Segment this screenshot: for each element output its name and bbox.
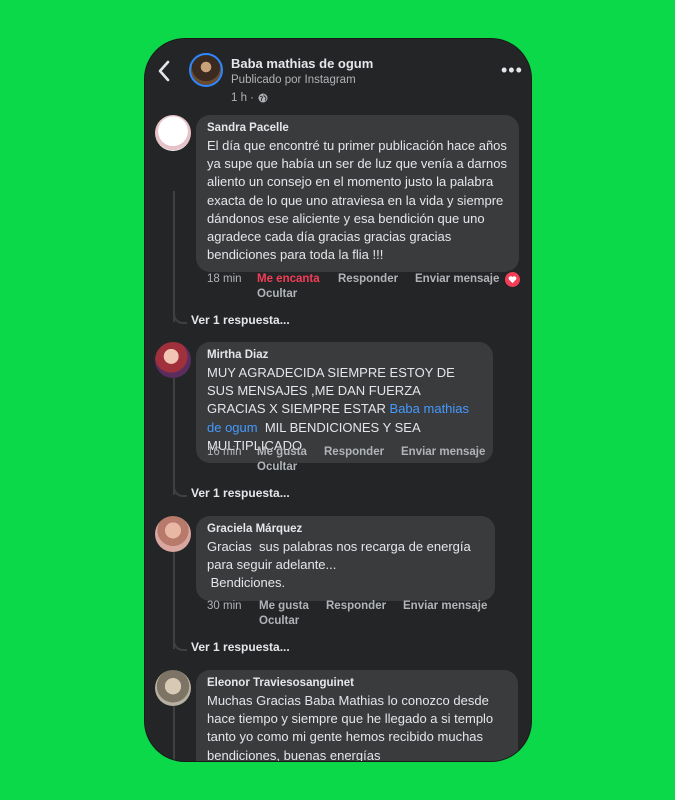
comment-author[interactable]: Eleonor Traviesosanguinet	[207, 677, 507, 689]
more-options-icon[interactable]: •••	[501, 61, 523, 79]
post-time-row: 1 h ·	[231, 92, 268, 104]
thread-connector	[173, 637, 187, 651]
heart-reaction-icon	[503, 270, 522, 289]
avatar[interactable]	[155, 670, 191, 706]
comment-bubble: Eleonor Traviesosanguinet Muchas Gracias…	[196, 670, 518, 761]
comment-bubble: Sandra Pacelle El día que encontré tu pr…	[196, 115, 519, 273]
comment-author[interactable]: Mirtha Diaz	[207, 349, 482, 361]
thread-line	[173, 706, 175, 761]
comment-text: El día que encontré tu primer publicació…	[207, 138, 511, 263]
hide-button[interactable]: Ocultar	[257, 288, 297, 300]
phone-frame: Sandra Pacelle El día que encontré tu pr…	[145, 39, 531, 761]
back-chevron-icon[interactable]	[157, 59, 175, 85]
comment-author[interactable]: Graciela Márquez	[207, 523, 484, 535]
comment-author[interactable]: Sandra Pacelle	[207, 122, 508, 134]
avatar[interactable]	[155, 115, 191, 151]
thread-connector	[173, 310, 187, 324]
comment-time: 16 min	[207, 446, 242, 458]
avatar[interactable]	[155, 516, 191, 552]
globe-icon	[258, 93, 268, 103]
thread-connector	[173, 483, 187, 497]
thread-line	[173, 378, 175, 495]
comment-actions: 18 min Me encanta Responder Enviar mensa…	[207, 273, 527, 305]
like-button[interactable]: Me gusta	[257, 446, 307, 458]
like-button[interactable]: Me gusta	[259, 600, 309, 612]
post-header: Baba mathias de ogum Publicado por Insta…	[145, 39, 531, 115]
comments-list: Sandra Pacelle El día que encontré tu pr…	[145, 39, 531, 761]
comment-actions: 16 min Me gusta Responder Enviar mensaje…	[207, 446, 527, 478]
hide-button[interactable]: Ocultar	[257, 461, 297, 473]
post-time[interactable]: 1 h ·	[231, 92, 254, 104]
avatar[interactable]	[155, 342, 191, 378]
comment-bubble: Graciela Márquez Gracias sus palabras no…	[196, 516, 495, 601]
send-message-button[interactable]: Enviar mensaje	[401, 446, 485, 458]
hide-button[interactable]: Ocultar	[259, 615, 299, 627]
reply-button[interactable]: Responder	[338, 273, 398, 285]
comment-actions: 30 min Me gusta Responder Enviar mensaje…	[207, 600, 527, 632]
comment-time: 30 min	[207, 600, 242, 612]
view-replies-link[interactable]: Ver 1 respuesta...	[191, 313, 290, 327]
love-reaction-button[interactable]: Me encanta	[257, 273, 320, 285]
posted-via: Publicado por Instagram	[231, 74, 356, 86]
send-message-button[interactable]: Enviar mensaje	[403, 600, 487, 612]
thread-line	[173, 552, 175, 649]
view-replies-link[interactable]: Ver 1 respuesta...	[191, 640, 290, 654]
page-avatar[interactable]	[189, 53, 223, 87]
comment-text: Muchas Gracias Baba Mathias lo conozco d…	[207, 693, 497, 761]
comment-text: MUY AGRADECIDA SIEMPRE ESTOY DE SUS MENS…	[207, 364, 482, 455]
reply-button[interactable]: Responder	[326, 600, 386, 612]
view-replies-link[interactable]: Ver 1 respuesta...	[191, 486, 290, 500]
comment-bubble: Mirtha Diaz MUY AGRADECIDA SIEMPRE ESTOY…	[196, 342, 493, 464]
page-name[interactable]: Baba mathias de ogum	[231, 56, 373, 71]
reply-button[interactable]: Responder	[324, 446, 384, 458]
thread-line	[173, 191, 175, 322]
comment-text: Gracias sus palabras nos recarga de ener…	[207, 539, 471, 591]
send-message-button[interactable]: Enviar mensaje	[415, 273, 499, 285]
comment-time: 18 min	[207, 273, 242, 285]
